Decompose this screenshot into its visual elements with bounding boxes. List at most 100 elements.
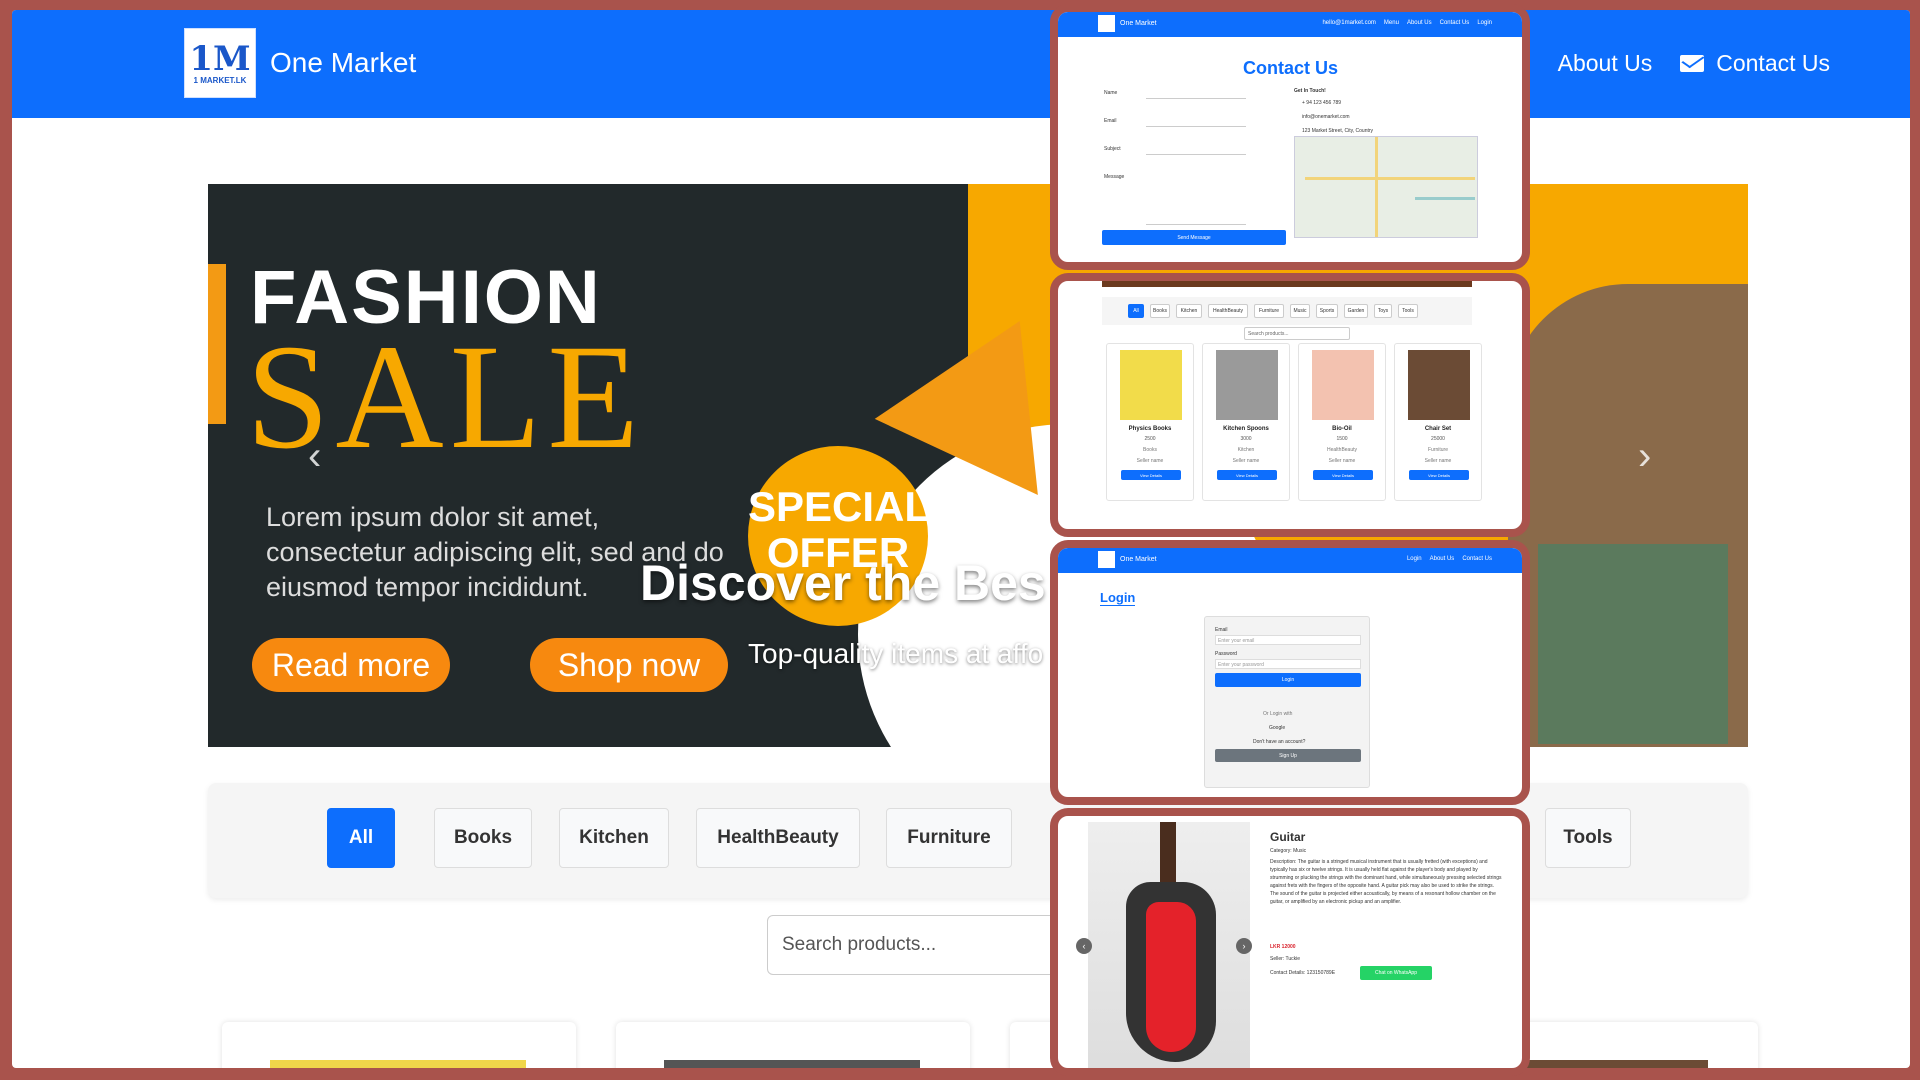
product-image bbox=[1312, 350, 1374, 420]
image-prev-icon[interactable]: ‹ bbox=[1076, 938, 1092, 954]
map-road bbox=[1415, 197, 1475, 200]
search-input[interactable]: Search products... bbox=[767, 915, 1067, 975]
mini-nav-links: hello@1market.com Menu About Us Contact … bbox=[1322, 20, 1492, 26]
envelope-icon bbox=[1680, 55, 1705, 72]
product-card[interactable]: Kitchen Spoons 3000 Kitchen Seller name … bbox=[1202, 343, 1290, 501]
map-road bbox=[1305, 177, 1475, 180]
product-price: 2500 bbox=[1144, 436, 1156, 442]
product-name: Physics Books bbox=[1128, 426, 1172, 432]
message-field[interactable] bbox=[1146, 224, 1246, 225]
chip-tools[interactable]: Tools bbox=[1398, 304, 1418, 318]
product-seller: Seller name bbox=[1136, 458, 1164, 464]
mini-category-bar: All Books Kitchen HealthBeauty Furniture… bbox=[1102, 297, 1472, 325]
or-login-with: Or Login with bbox=[1263, 711, 1293, 717]
mini-nav-menu[interactable]: Menu bbox=[1384, 20, 1399, 26]
category-furniture[interactable]: Furniture bbox=[886, 808, 1012, 868]
chip-all[interactable]: All bbox=[1128, 304, 1144, 318]
email-input[interactable]: Enter your email bbox=[1215, 635, 1361, 645]
contact-details: Contact Details: 123150789E bbox=[1270, 970, 1336, 976]
chip-sports[interactable]: Sports bbox=[1316, 304, 1338, 318]
product-image bbox=[270, 1060, 526, 1068]
subject-field[interactable] bbox=[1146, 154, 1246, 155]
product-image bbox=[664, 1060, 920, 1068]
product-card[interactable]: Bio-Oil 1500 HealthBeauty Seller name Vi… bbox=[1298, 343, 1386, 501]
logo-mark: 1M bbox=[189, 38, 251, 79]
brand[interactable]: 1M 1 MARKET.LK One Market bbox=[184, 28, 416, 98]
mini-brand: One Market bbox=[1120, 556, 1157, 563]
product-name: Chair Set bbox=[1424, 426, 1452, 432]
mini-logo bbox=[1098, 15, 1115, 32]
nav-contact[interactable]: Contact Us bbox=[1680, 50, 1830, 77]
location-map[interactable] bbox=[1294, 136, 1478, 238]
shop-now-button: Shop now bbox=[530, 638, 728, 692]
product-detail-preview: ‹ › Guitar Category: Music Description: … bbox=[1050, 808, 1530, 1076]
hero-bag bbox=[1538, 544, 1728, 744]
mini-nav-about[interactable]: About Us bbox=[1430, 556, 1455, 562]
category-kitchen[interactable]: Kitchen bbox=[559, 808, 669, 868]
view-details-button[interactable]: View Details bbox=[1217, 470, 1277, 480]
hero-caption-title: Discover the Bes bbox=[640, 555, 1046, 611]
mini-nav-email[interactable]: hello@1market.com bbox=[1322, 20, 1375, 26]
mini-nav-contact[interactable]: Contact Us bbox=[1462, 556, 1492, 562]
chip-furniture[interactable]: Furniture bbox=[1254, 304, 1284, 318]
view-details-button[interactable]: View Details bbox=[1409, 470, 1469, 480]
chip-garden[interactable]: Garden bbox=[1344, 304, 1368, 318]
mini-nav-contact[interactable]: Contact Us bbox=[1440, 20, 1470, 26]
nav-links: About Us Contact Us bbox=[1558, 50, 1830, 77]
carousel-next-icon[interactable]: › bbox=[1638, 434, 1651, 479]
address-text: 123 Market Street, City, Country bbox=[1302, 128, 1374, 134]
chip-toys[interactable]: Toys bbox=[1374, 304, 1392, 318]
product-category: Category: Music bbox=[1270, 848, 1307, 854]
carousel-prev-icon[interactable]: ‹ bbox=[308, 434, 321, 479]
no-account-text: Don't have an account? bbox=[1253, 739, 1306, 745]
whatsapp-button[interactable]: Chat on WhatsApp bbox=[1360, 966, 1432, 980]
product-name: Bio-Oil bbox=[1332, 426, 1352, 432]
image-next-icon[interactable]: › bbox=[1236, 938, 1252, 954]
hero-sale-text: SALE bbox=[246, 314, 645, 480]
signup-button[interactable]: Sign Up bbox=[1215, 749, 1361, 762]
google-login-link[interactable]: Google bbox=[1269, 725, 1285, 731]
product-seller: Seller name bbox=[1232, 458, 1260, 464]
chip-music[interactable]: Music bbox=[1290, 304, 1310, 318]
product-category: Furniture bbox=[1427, 447, 1448, 453]
email-label: Email bbox=[1104, 118, 1117, 124]
mini-nav-login[interactable]: Login bbox=[1477, 20, 1492, 26]
chip-kitchen[interactable]: Kitchen bbox=[1176, 304, 1202, 318]
product-card[interactable] bbox=[222, 1022, 576, 1068]
map-road bbox=[1375, 137, 1378, 237]
chip-books[interactable]: Books bbox=[1150, 304, 1170, 318]
mini-navbar: One Market hello@1market.com Menu About … bbox=[1058, 12, 1522, 37]
product-category: HealthBeauty bbox=[1326, 447, 1358, 453]
product-image-carousel bbox=[1088, 822, 1250, 1068]
guitar-red-panel bbox=[1146, 902, 1196, 1052]
product-image bbox=[1216, 350, 1278, 420]
view-details-button[interactable]: View Details bbox=[1121, 470, 1181, 480]
send-message-button[interactable]: Send Message bbox=[1102, 230, 1286, 245]
mini-nav-about[interactable]: About Us bbox=[1407, 20, 1432, 26]
password-input[interactable]: Enter your password bbox=[1215, 659, 1361, 669]
product-seller: Seller: Tuckie bbox=[1270, 956, 1301, 962]
product-image bbox=[1408, 350, 1470, 420]
category-tools[interactable]: Tools bbox=[1545, 808, 1631, 868]
mini-brand: One Market bbox=[1120, 20, 1157, 27]
navbar: 1M 1 MARKET.LK One Market About Us Conta… bbox=[12, 10, 1910, 118]
mini-nav-login[interactable]: Login bbox=[1407, 556, 1422, 562]
category-books[interactable]: Books bbox=[434, 808, 532, 868]
mini-search-input[interactable]: Search products... bbox=[1244, 327, 1350, 340]
get-in-touch: Get In Touch! bbox=[1294, 88, 1326, 94]
category-healthbeauty[interactable]: HealthBeauty bbox=[696, 808, 860, 868]
product-image bbox=[1120, 350, 1182, 420]
product-price: 25000 bbox=[1431, 436, 1445, 442]
nav-about[interactable]: About Us bbox=[1558, 50, 1653, 77]
product-card[interactable]: Chair Set 25000 Furniture Seller name Vi… bbox=[1394, 343, 1482, 501]
product-price: 1500 bbox=[1336, 436, 1348, 442]
name-field[interactable] bbox=[1146, 98, 1246, 99]
login-button[interactable]: Login bbox=[1215, 673, 1361, 687]
product-card[interactable] bbox=[616, 1022, 970, 1068]
view-details-button[interactable]: View Details bbox=[1313, 470, 1373, 480]
category-all[interactable]: All bbox=[327, 808, 395, 868]
product-card[interactable]: Physics Books 2500 Books Seller name Vie… bbox=[1106, 343, 1194, 501]
email-field[interactable] bbox=[1146, 126, 1246, 127]
name-label: Name bbox=[1104, 90, 1118, 96]
chip-healthbeauty[interactable]: HealthBeauty bbox=[1208, 304, 1248, 318]
